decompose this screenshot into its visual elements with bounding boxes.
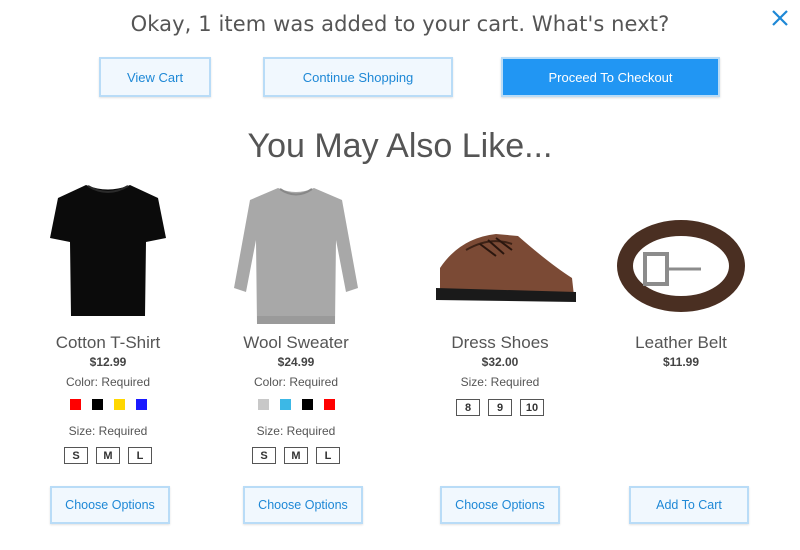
product-name[interactable]: Cotton T-Shirt <box>8 333 208 353</box>
swatch-gray[interactable] <box>257 399 269 410</box>
recommendations-title: You May Also Like... <box>247 127 553 165</box>
size-option-l[interactable]: L <box>316 447 340 464</box>
product-price: $24.99 <box>277 355 315 369</box>
color-swatches <box>196 399 396 410</box>
size-options: S M L <box>8 447 208 464</box>
size-option-m[interactable]: M <box>96 447 120 464</box>
added-to-cart-message: Okay, 1 item was added to your cart. Wha… <box>130 12 670 36</box>
add-to-cart-button[interactable]: Add To Cart <box>629 486 749 524</box>
product-name[interactable]: Wool Sweater <box>196 333 396 353</box>
size-option-s[interactable]: S <box>64 447 88 464</box>
swatch-red[interactable] <box>323 399 335 410</box>
color-required-label: Color: Required <box>65 375 151 389</box>
cart-actions: View Cart Continue Shopping Proceed To C… <box>0 57 800 101</box>
size-options: 8 9 10 <box>400 399 600 416</box>
product-card-shoes: Dress Shoes $32.00 Size: Required 8 9 10… <box>400 178 600 524</box>
choose-options-button[interactable]: Choose Options <box>440 486 560 524</box>
swatch-red[interactable] <box>69 399 81 410</box>
sweater-image[interactable] <box>196 178 396 328</box>
swatch-black[interactable] <box>91 399 103 410</box>
choose-options-button[interactable]: Choose Options <box>50 486 170 524</box>
swatch-light-blue[interactable] <box>279 399 291 410</box>
product-name[interactable]: Leather Belt <box>581 333 781 353</box>
product-price: $32.00 <box>481 355 519 369</box>
belt-image[interactable] <box>581 178 781 328</box>
size-option-8[interactable]: 8 <box>456 399 480 416</box>
tshirt-image[interactable] <box>8 178 208 328</box>
size-required-label: Size: Required <box>256 424 336 438</box>
swatch-black[interactable] <box>301 399 313 410</box>
proceed-to-checkout-button[interactable]: Proceed To Checkout <box>501 57 720 97</box>
close-icon[interactable] <box>766 6 792 32</box>
continue-shopping-button[interactable]: Continue Shopping <box>263 57 453 97</box>
size-option-9[interactable]: 9 <box>488 399 512 416</box>
shoes-image[interactable] <box>400 178 600 328</box>
swatch-yellow[interactable] <box>113 399 125 410</box>
product-card-sweater: Wool Sweater $24.99 Color: Required Size… <box>196 178 396 524</box>
color-required-label: Color: Required <box>253 375 339 389</box>
product-price: $11.99 <box>662 355 700 369</box>
size-option-m[interactable]: M <box>284 447 308 464</box>
size-required-label: Size: Required <box>68 424 148 438</box>
view-cart-button[interactable]: View Cart <box>99 57 211 97</box>
size-option-l[interactable]: L <box>128 447 152 464</box>
product-name[interactable]: Dress Shoes <box>400 333 600 353</box>
product-price: $12.99 <box>89 355 127 369</box>
choose-options-button[interactable]: Choose Options <box>243 486 363 524</box>
swatch-blue[interactable] <box>135 399 147 410</box>
size-option-10[interactable]: 10 <box>520 399 544 416</box>
product-card-belt: Leather Belt $11.99 Add To Cart <box>581 178 781 524</box>
color-swatches <box>8 399 208 410</box>
product-card-tshirt: Cotton T-Shirt $12.99 Color: Required Si… <box>8 178 208 524</box>
size-required-label: Size: Required <box>460 375 540 389</box>
size-option-s[interactable]: S <box>252 447 276 464</box>
size-options: S M L <box>196 447 396 464</box>
